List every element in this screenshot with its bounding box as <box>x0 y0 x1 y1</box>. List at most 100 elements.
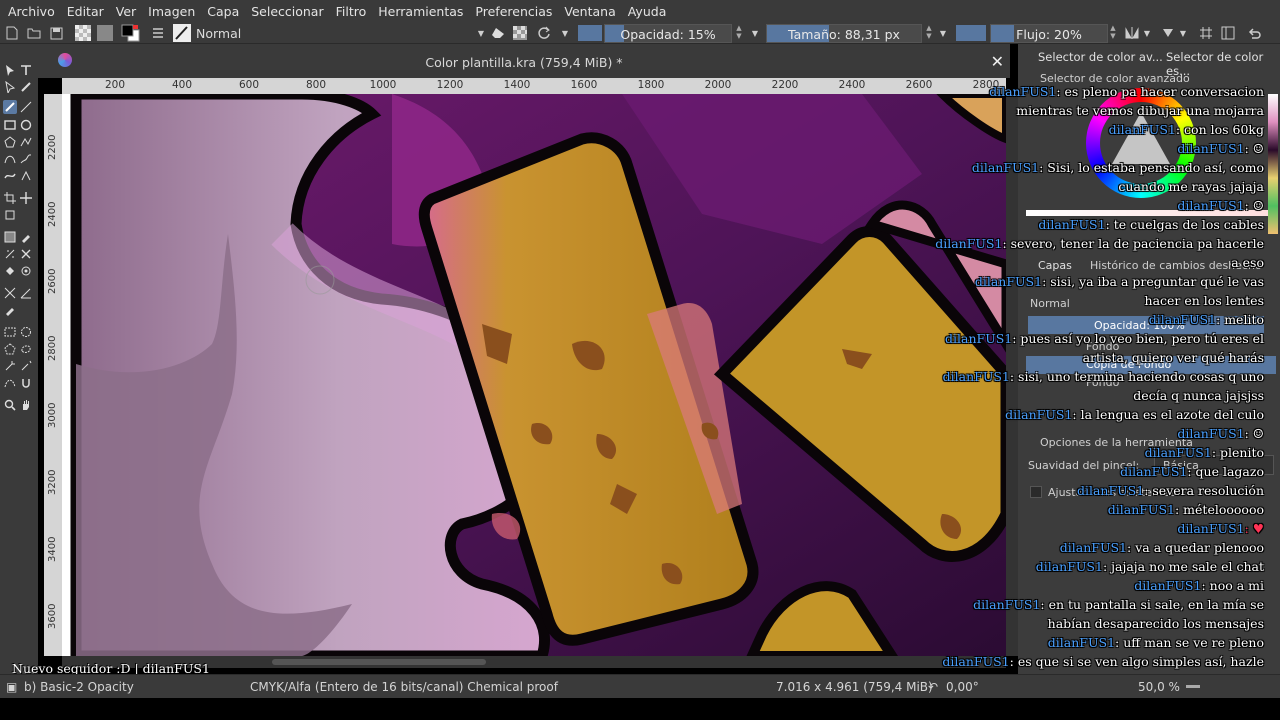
close-document-icon[interactable]: ✕ <box>991 52 1004 71</box>
opacity-slider[interactable]: Opacidad: 15% <box>604 24 732 43</box>
polygon-select-icon[interactable] <box>3 342 17 356</box>
multibrush-icon[interactable] <box>19 169 33 183</box>
tab-advanced-color-selector[interactable]: Selector de color av... <box>1038 50 1163 64</box>
scrollbar-thumb[interactable] <box>272 659 486 665</box>
color-history-strip[interactable] <box>1268 94 1278 234</box>
chat-text: decía q nunca jajsjss <box>1133 388 1264 403</box>
chat-text: artista, quiero ver qué harás <box>1082 350 1264 365</box>
menu-item[interactable]: Capa <box>207 4 239 19</box>
dynamic-brush-icon[interactable] <box>3 169 17 183</box>
chat-message: dilanFUS1: jajaja no me sale el chat <box>1036 559 1264 574</box>
menu-item[interactable]: Seleccionar <box>251 4 323 19</box>
ruler-tick-label: 3600 <box>47 603 58 629</box>
reference-tool-icon[interactable] <box>3 303 17 317</box>
line-tool-icon[interactable] <box>19 100 33 114</box>
save-icon[interactable] <box>48 24 64 42</box>
rect-select-icon[interactable] <box>3 325 17 339</box>
undo-icon[interactable] <box>1246 24 1262 42</box>
reload-preset-icon[interactable] <box>536 24 552 42</box>
menu-item[interactable]: Ventana <box>564 4 615 19</box>
size-slider[interactable]: Tamaño: 88,31 px <box>766 24 922 43</box>
contiguous-select-icon[interactable] <box>3 359 17 373</box>
status-colorspace[interactable]: CMYK/Alfa (Entero de 16 bits/canal) Chem… <box>250 680 558 694</box>
polygon-tool-icon[interactable] <box>3 135 17 149</box>
chevron-down-icon[interactable]: ▼ <box>750 24 760 42</box>
chat-message: dilanFUS1: ☺ <box>1177 426 1264 441</box>
mirror-vertical-icon[interactable] <box>1160 24 1176 42</box>
chat-text: : sisi, ya iba a preguntar qué le vas <box>1042 274 1264 289</box>
menu-item[interactable]: Herramientas <box>378 4 463 19</box>
text-tool-icon[interactable] <box>19 63 33 77</box>
mirror-horizontal-icon[interactable] <box>1124 24 1140 42</box>
chevron-down-icon[interactable]: ▼ <box>1142 24 1152 42</box>
chat-username: dilanFUS1 <box>1076 483 1145 498</box>
eraser-icon[interactable] <box>490 24 506 42</box>
chat-text: : pues así yo lo veo bien, pero tú eres … <box>1012 331 1264 346</box>
gradient-tool-icon[interactable] <box>3 230 17 244</box>
fill-tool-icon[interactable] <box>3 264 17 278</box>
angle-tool-icon[interactable] <box>19 286 33 300</box>
fg-bg-color-icon[interactable] <box>120 24 142 42</box>
edit-shapes-icon[interactable] <box>3 80 17 94</box>
menu-item[interactable]: Archivo <box>8 4 55 19</box>
open-document-icon[interactable] <box>26 24 42 42</box>
brush-settings-icon[interactable] <box>150 24 166 42</box>
wrap-around-icon[interactable] <box>1198 24 1214 42</box>
calligraphy-icon[interactable] <box>19 80 33 94</box>
chat-message: dilanFUS1: la lengua es el azote del cul… <box>1005 407 1264 422</box>
ellipse-select-icon[interactable] <box>19 325 33 339</box>
opacity-stepper[interactable]: ▲ ▼ <box>734 24 744 42</box>
ellipse-tool-icon[interactable] <box>19 118 33 132</box>
brush-preset-icon[interactable] <box>172 24 192 42</box>
chat-message: dilanFUS1: con los 60kg <box>1109 122 1264 137</box>
move-tool-icon[interactable] <box>19 191 33 205</box>
chevron-down-icon[interactable]: ▼ <box>938 24 948 42</box>
similar-select-icon[interactable] <box>19 359 33 373</box>
menu-item[interactable]: Editar <box>67 4 104 19</box>
chat-username: dilanFUS1 <box>942 654 1010 669</box>
chat-username: dilanFUS1 <box>1038 217 1106 232</box>
pan-tool-icon[interactable] <box>19 398 33 412</box>
enclose-fill-icon[interactable] <box>19 264 33 278</box>
chevron-down-icon[interactable]: ▼ <box>1178 24 1188 42</box>
menu-item[interactable]: Ayuda <box>628 4 667 19</box>
bezier-select-icon[interactable] <box>3 376 17 390</box>
blend-mode-select[interactable]: Normal <box>196 26 241 41</box>
canvas-only-icon[interactable] <box>1220 24 1236 42</box>
status-rotation[interactable]: 0,00° <box>946 680 979 694</box>
gradient-icon[interactable] <box>96 24 114 42</box>
bezier-tool-icon[interactable] <box>3 152 17 166</box>
polyline-tool-icon[interactable] <box>19 135 33 149</box>
chat-username: dilanFUS1 <box>1035 559 1103 574</box>
zoom-tool-icon[interactable] <box>3 398 17 412</box>
magnetic-select-icon[interactable] <box>19 376 33 390</box>
flow-stepper[interactable]: ▲ ▼ <box>1108 24 1118 42</box>
chevron-down-icon[interactable]: ▼ <box>560 24 570 42</box>
crop-tool-icon[interactable] <box>3 191 17 205</box>
transform-tool-icon[interactable] <box>3 208 17 222</box>
preserve-alpha-icon[interactable] <box>512 24 528 42</box>
flow-slider[interactable]: Flujo: 20% <box>990 24 1108 43</box>
menu-item[interactable]: Filtro <box>336 4 367 19</box>
chat-username: dilanFUS1 <box>1059 540 1128 555</box>
zoom-slider-icon[interactable] <box>1186 685 1200 688</box>
menu-item[interactable]: Preferencias <box>475 4 552 19</box>
color-picker-icon[interactable] <box>19 230 33 244</box>
freehand-select-icon[interactable] <box>19 342 33 356</box>
size-stepper[interactable]: ▲ ▼ <box>924 24 934 42</box>
canvas[interactable] <box>62 94 1006 656</box>
status-zoom[interactable]: 50,0 % <box>1138 680 1180 694</box>
select-shapes-icon[interactable] <box>3 63 17 77</box>
freehand-brush-icon[interactable] <box>3 100 17 114</box>
rectangle-tool-icon[interactable] <box>3 118 17 132</box>
menu-item[interactable]: Imagen <box>148 4 195 19</box>
chevron-down-icon[interactable]: ▼ <box>476 24 486 42</box>
measure-tool-icon[interactable] <box>3 286 17 300</box>
pattern-fill-icon[interactable] <box>74 24 92 42</box>
new-document-icon[interactable] <box>4 24 20 42</box>
freehand-path-icon[interactable] <box>19 152 33 166</box>
smart-patch-icon[interactable] <box>3 247 17 261</box>
assistant-tool-icon[interactable] <box>19 247 33 261</box>
menu-item[interactable]: Ver <box>116 4 136 19</box>
chat-message: dilanFUS1: melito <box>1149 312 1264 327</box>
